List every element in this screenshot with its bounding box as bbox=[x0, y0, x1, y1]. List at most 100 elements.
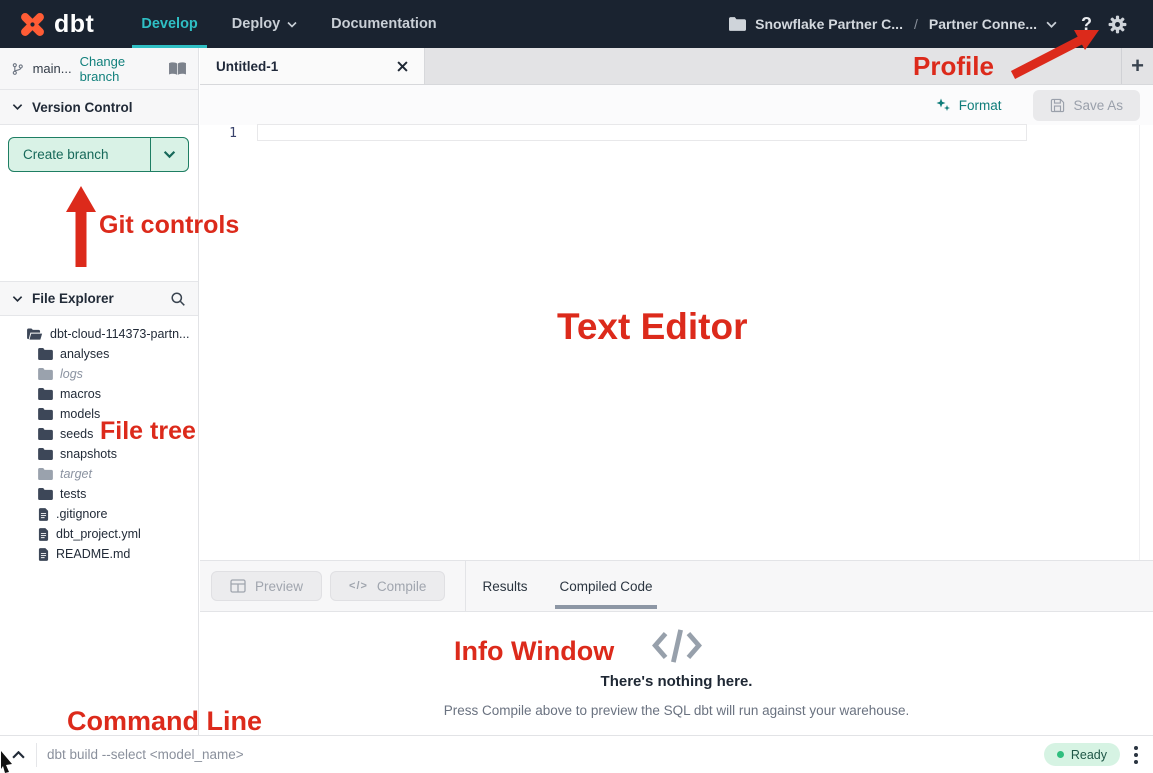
dbt-logo[interactable]: dbt bbox=[0, 10, 94, 39]
tab-bar: Untitled-1 + bbox=[200, 48, 1153, 85]
folder-open-icon bbox=[26, 328, 43, 341]
code-icon: </> bbox=[349, 580, 368, 592]
folder-icon bbox=[38, 368, 53, 380]
create-branch-label: Create branch bbox=[9, 138, 150, 171]
folder-icon bbox=[38, 428, 53, 440]
chevron-down-icon bbox=[163, 150, 176, 159]
table-icon bbox=[230, 579, 246, 593]
command-bar-divider bbox=[36, 743, 37, 767]
gear-icon[interactable] bbox=[1108, 15, 1127, 34]
save-as-button[interactable]: Save As bbox=[1033, 90, 1140, 121]
tree-item-label: target bbox=[60, 467, 92, 481]
file-explorer-title: File Explorer bbox=[32, 291, 114, 306]
tree-item-label: tests bbox=[60, 487, 86, 501]
tree-item[interactable]: .gitignore bbox=[0, 504, 198, 524]
sparkle-icon bbox=[935, 97, 951, 113]
annotation-command-line: Command Line bbox=[67, 706, 262, 737]
nav-documentation[interactable]: Documentation bbox=[314, 0, 454, 48]
status-label: Ready bbox=[1071, 748, 1107, 762]
file-explorer-header[interactable]: File Explorer bbox=[0, 281, 198, 316]
folder-icon bbox=[38, 448, 53, 460]
search-icon[interactable] bbox=[170, 291, 186, 307]
annotation-git-controls: Git controls bbox=[99, 211, 239, 240]
save-icon bbox=[1050, 98, 1065, 113]
active-line-highlight[interactable] bbox=[257, 124, 1027, 141]
current-branch[interactable]: main... bbox=[33, 61, 72, 76]
tree-item[interactable]: macros bbox=[0, 384, 198, 404]
folder-icon bbox=[38, 388, 53, 400]
compile-button[interactable]: </> Compile bbox=[330, 571, 445, 601]
folder-icon bbox=[38, 488, 53, 500]
tree-item[interactable]: dbt_project.yml bbox=[0, 524, 198, 544]
tree-item[interactable]: tests bbox=[0, 484, 198, 504]
dbt-cloud-ide: dbt Develop Deploy Documentation Snowfla… bbox=[0, 0, 1153, 773]
bottom-panel-header: Preview </> Compile Results Compiled Cod… bbox=[200, 560, 1153, 612]
preview-button[interactable]: Preview bbox=[211, 571, 322, 601]
version-control-title: Version Control bbox=[32, 100, 133, 115]
chevron-down-icon bbox=[287, 21, 297, 28]
breadcrumb-separator: / bbox=[912, 16, 920, 32]
tree-item-label: README.md bbox=[56, 547, 130, 561]
tree-item[interactable]: analyses bbox=[0, 344, 198, 364]
code-icon bbox=[650, 625, 704, 667]
command-input[interactable] bbox=[47, 747, 1044, 762]
help-icon[interactable]: ? bbox=[1081, 14, 1092, 35]
tree-item[interactable]: snapshots bbox=[0, 444, 198, 464]
tree-item-label: logs bbox=[60, 367, 83, 381]
create-branch-button[interactable]: Create branch bbox=[8, 137, 189, 172]
empty-state-title: There's nothing here. bbox=[601, 673, 753, 690]
format-label: Format bbox=[959, 98, 1002, 113]
folder-icon bbox=[38, 348, 53, 360]
nav-deploy[interactable]: Deploy bbox=[215, 0, 314, 48]
editor-scrollbar[interactable] bbox=[1139, 125, 1140, 560]
editor-region: Untitled-1 + Format bbox=[200, 48, 1153, 735]
tree-item-label: dbt-cloud-114373-partn... bbox=[50, 327, 189, 341]
create-branch-caret[interactable] bbox=[150, 138, 188, 171]
tree-item[interactable]: dbt-cloud-114373-partn... bbox=[0, 324, 198, 344]
nav-develop[interactable]: Develop bbox=[124, 0, 214, 48]
sidebar: main... Change branch Version Control Cr… bbox=[0, 48, 199, 773]
preview-label: Preview bbox=[255, 579, 303, 594]
chevron-up-icon[interactable] bbox=[0, 751, 36, 759]
file-icon bbox=[38, 528, 49, 541]
project-name: Partner Conne... bbox=[929, 16, 1037, 32]
annotation-text-editor: Text Editor bbox=[557, 306, 748, 348]
tab-results[interactable]: Results bbox=[482, 561, 527, 611]
save-as-label: Save As bbox=[1073, 98, 1123, 113]
new-tab-button[interactable]: + bbox=[1121, 48, 1153, 84]
status-badge: Ready bbox=[1044, 743, 1120, 766]
kebab-menu-icon[interactable] bbox=[1134, 746, 1138, 764]
tree-item[interactable]: README.md bbox=[0, 544, 198, 564]
account-name: Snowflake Partner C... bbox=[755, 16, 903, 32]
nav-right: Snowflake Partner C... / Partner Conne..… bbox=[729, 14, 1153, 35]
tree-item-label: macros bbox=[60, 387, 101, 401]
empty-state-description: Press Compile above to preview the SQL d… bbox=[444, 703, 910, 718]
tab-untitled-1[interactable]: Untitled-1 bbox=[200, 48, 425, 84]
chevron-down-icon bbox=[1046, 21, 1057, 28]
change-branch-link[interactable]: Change branch bbox=[80, 54, 160, 84]
format-button[interactable]: Format bbox=[935, 97, 1002, 113]
logo-text: dbt bbox=[54, 10, 94, 39]
git-branch-icon bbox=[11, 61, 25, 77]
account-project-selector[interactable]: Snowflake Partner C... / Partner Conne..… bbox=[729, 16, 1057, 32]
annotation-file-tree: File tree bbox=[100, 417, 196, 446]
tab-compiled-code[interactable]: Compiled Code bbox=[559, 561, 652, 611]
tree-item-label: dbt_project.yml bbox=[56, 527, 141, 541]
file-icon bbox=[38, 548, 49, 561]
tree-item-label: models bbox=[60, 407, 100, 421]
docs-book-icon[interactable] bbox=[168, 61, 187, 77]
chevron-down-icon bbox=[12, 295, 23, 303]
folder-icon bbox=[729, 17, 746, 31]
version-control-header[interactable]: Version Control bbox=[0, 90, 198, 125]
close-icon[interactable] bbox=[397, 61, 408, 72]
tree-item[interactable]: logs bbox=[0, 364, 198, 384]
line-number: 1 bbox=[200, 126, 237, 141]
tree-item-label: seeds bbox=[60, 427, 93, 441]
tab-title: Untitled-1 bbox=[216, 59, 278, 74]
panel-divider bbox=[465, 561, 466, 611]
main-nav: Develop Deploy Documentation bbox=[124, 0, 453, 48]
branch-bar: main... Change branch bbox=[0, 48, 198, 90]
tree-item-label: analyses bbox=[60, 347, 109, 361]
top-nav: dbt Develop Deploy Documentation Snowfla… bbox=[0, 0, 1153, 48]
tree-item[interactable]: target bbox=[0, 464, 198, 484]
